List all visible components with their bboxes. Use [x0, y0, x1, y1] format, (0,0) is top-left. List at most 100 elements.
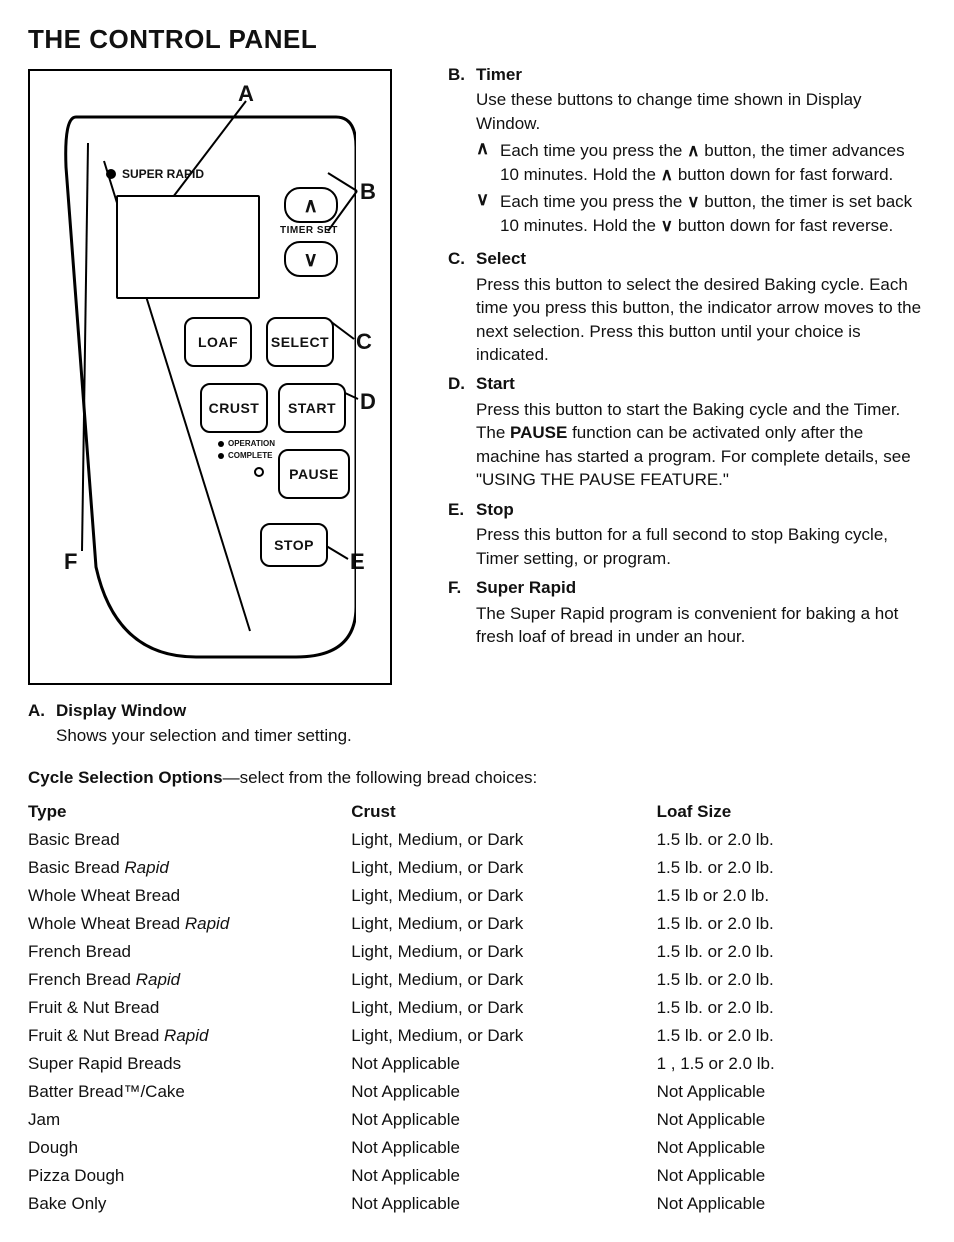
cell-loaf: Not Applicable: [657, 1190, 926, 1218]
cell-crust: Light, Medium, or Dark: [351, 826, 656, 854]
timer-up-button[interactable]: ∧: [284, 187, 338, 223]
cycle-selection-heading: Cycle Selection Options—select from the …: [28, 768, 926, 788]
complete-indicator: COMPLETE: [218, 451, 272, 460]
cell-crust: Not Applicable: [351, 1134, 656, 1162]
description-E: E. Stop Press this button for a full sec…: [448, 498, 926, 570]
cell-loaf: 1.5 lb. or 2.0 lb.: [657, 1022, 926, 1050]
table-row: Super Rapid BreadsNot Applicable1 , 1.5 …: [28, 1050, 926, 1078]
cell-type: Jam: [28, 1106, 351, 1134]
table-row: Whole Wheat Bread RapidLight, Medium, or…: [28, 910, 926, 938]
select-button[interactable]: SELECT: [266, 317, 334, 367]
letter-C: C.: [448, 247, 476, 366]
cycle-selection-section: Cycle Selection Options—select from the …: [28, 768, 926, 1218]
cell-crust: Light, Medium, or Dark: [351, 938, 656, 966]
cell-type: Bake Only: [28, 1190, 351, 1218]
cell-type: Super Rapid Breads: [28, 1050, 351, 1078]
table-row: French BreadLight, Medium, or Dark1.5 lb…: [28, 938, 926, 966]
cell-crust: Not Applicable: [351, 1078, 656, 1106]
desc-A-title: Display Window: [56, 699, 352, 722]
description-D: D. Start Press this button to start the …: [448, 372, 926, 491]
callout-B: B: [360, 179, 376, 205]
letter-E: E.: [448, 498, 476, 570]
ready-light-icon: [254, 467, 264, 477]
table-row: Fruit & Nut Bread RapidLight, Medium, or…: [28, 1022, 926, 1050]
timer-up-desc: ∧ Each time you press the ∧ button, the …: [476, 139, 926, 186]
table-row: DoughNot ApplicableNot Applicable: [28, 1134, 926, 1162]
remote-body: SUPER RAPID ∧ TIMER SET ∨ LOAF SELECT CR…: [56, 107, 356, 667]
desc-A-text: Shows your selection and timer setting.: [56, 724, 352, 747]
cell-type: Whole Wheat Bread Rapid: [28, 910, 351, 938]
table-row: Basic Bread RapidLight, Medium, or Dark1…: [28, 854, 926, 882]
cell-crust: Light, Medium, or Dark: [351, 854, 656, 882]
control-panel-diagram: A B C D E F: [28, 69, 392, 685]
cell-crust: Not Applicable: [351, 1190, 656, 1218]
pause-button[interactable]: PAUSE: [278, 449, 350, 499]
cell-loaf: Not Applicable: [657, 1134, 926, 1162]
table-row: Pizza DoughNot ApplicableNot Applicable: [28, 1162, 926, 1190]
cell-loaf: 1.5 lb. or 2.0 lb.: [657, 826, 926, 854]
letter-A: A.: [28, 699, 56, 748]
desc-D-title: Start: [476, 372, 926, 395]
cell-crust: Not Applicable: [351, 1050, 656, 1078]
desc-F-text: The Super Rapid program is convenient fo…: [476, 602, 926, 649]
letter-B: B.: [448, 63, 476, 241]
cell-type: Batter Bread™/Cake: [28, 1078, 351, 1106]
description-B: B. Timer Use these buttons to change tim…: [448, 63, 926, 241]
desc-D-text: Press this button to start the Baking cy…: [476, 398, 926, 492]
table-row: Whole Wheat BreadLight, Medium, or Dark1…: [28, 882, 926, 910]
desc-C-text: Press this button to select the desired …: [476, 273, 926, 367]
cell-crust: Light, Medium, or Dark: [351, 994, 656, 1022]
cell-type: Basic Bread: [28, 826, 351, 854]
timer-down-button[interactable]: ∨: [284, 241, 338, 277]
callout-A: A: [238, 81, 254, 107]
description-F: F. Super Rapid The Super Rapid program i…: [448, 576, 926, 648]
table-row: Fruit & Nut BreadLight, Medium, or Dark1…: [28, 994, 926, 1022]
down-arrow-icon: ∨: [476, 190, 500, 237]
timer-down-desc: ∨ Each time you press the ∨ button, the …: [476, 190, 926, 237]
cell-type: French Bread: [28, 938, 351, 966]
desc-C-title: Select: [476, 247, 926, 270]
desc-F-title: Super Rapid: [476, 576, 926, 599]
page-title: THE CONTROL PANEL: [28, 24, 926, 55]
cell-type: French Bread Rapid: [28, 966, 351, 994]
start-button[interactable]: START: [278, 383, 346, 433]
cell-crust: Light, Medium, or Dark: [351, 1022, 656, 1050]
cell-type: Fruit & Nut Bread: [28, 994, 351, 1022]
operation-indicator: OPERATION: [218, 439, 275, 448]
cell-type: Pizza Dough: [28, 1162, 351, 1190]
cell-crust: Light, Medium, or Dark: [351, 910, 656, 938]
cell-loaf: 1.5 lb. or 2.0 lb.: [657, 854, 926, 882]
callout-C: C: [356, 329, 372, 355]
cell-crust: Light, Medium, or Dark: [351, 966, 656, 994]
table-header-row: Type Crust Loaf Size: [28, 798, 926, 826]
desc-E-title: Stop: [476, 498, 926, 521]
cell-loaf: 1.5 lb. or 2.0 lb.: [657, 966, 926, 994]
description-A: A. Display Window Shows your selection a…: [28, 699, 428, 748]
cell-loaf: 1.5 lb. or 2.0 lb.: [657, 910, 926, 938]
loaf-button[interactable]: LOAF: [184, 317, 252, 367]
cell-loaf: 1.5 lb or 2.0 lb.: [657, 882, 926, 910]
table-row: Bake OnlyNot ApplicableNot Applicable: [28, 1190, 926, 1218]
table-row: Basic BreadLight, Medium, or Dark1.5 lb.…: [28, 826, 926, 854]
description-C: C. Select Press this button to select th…: [448, 247, 926, 366]
table-row: Batter Bread™/CakeNot ApplicableNot Appl…: [28, 1078, 926, 1106]
cycle-options-table: Type Crust Loaf Size Basic BreadLight, M…: [28, 798, 926, 1218]
col-loaf: Loaf Size: [657, 798, 926, 826]
cell-crust: Not Applicable: [351, 1106, 656, 1134]
col-crust: Crust: [351, 798, 656, 826]
display-window: [116, 195, 260, 299]
cell-loaf: Not Applicable: [657, 1106, 926, 1134]
crust-button[interactable]: CRUST: [200, 383, 268, 433]
up-arrow-icon: ∧: [476, 139, 500, 186]
cell-loaf: Not Applicable: [657, 1162, 926, 1190]
desc-B-intro: Use these buttons to change time shown i…: [476, 88, 926, 135]
letter-F: F.: [448, 576, 476, 648]
col-type: Type: [28, 798, 351, 826]
stop-button[interactable]: STOP: [260, 523, 328, 567]
cell-loaf: 1.5 lb. or 2.0 lb.: [657, 994, 926, 1022]
super-rapid-indicator: SUPER RAPID: [106, 167, 204, 181]
desc-E-text: Press this button for a full second to s…: [476, 523, 926, 570]
timer-set-label: TIMER SET: [280, 225, 338, 236]
left-column: A B C D E F: [28, 63, 428, 754]
cell-type: Fruit & Nut Bread Rapid: [28, 1022, 351, 1050]
